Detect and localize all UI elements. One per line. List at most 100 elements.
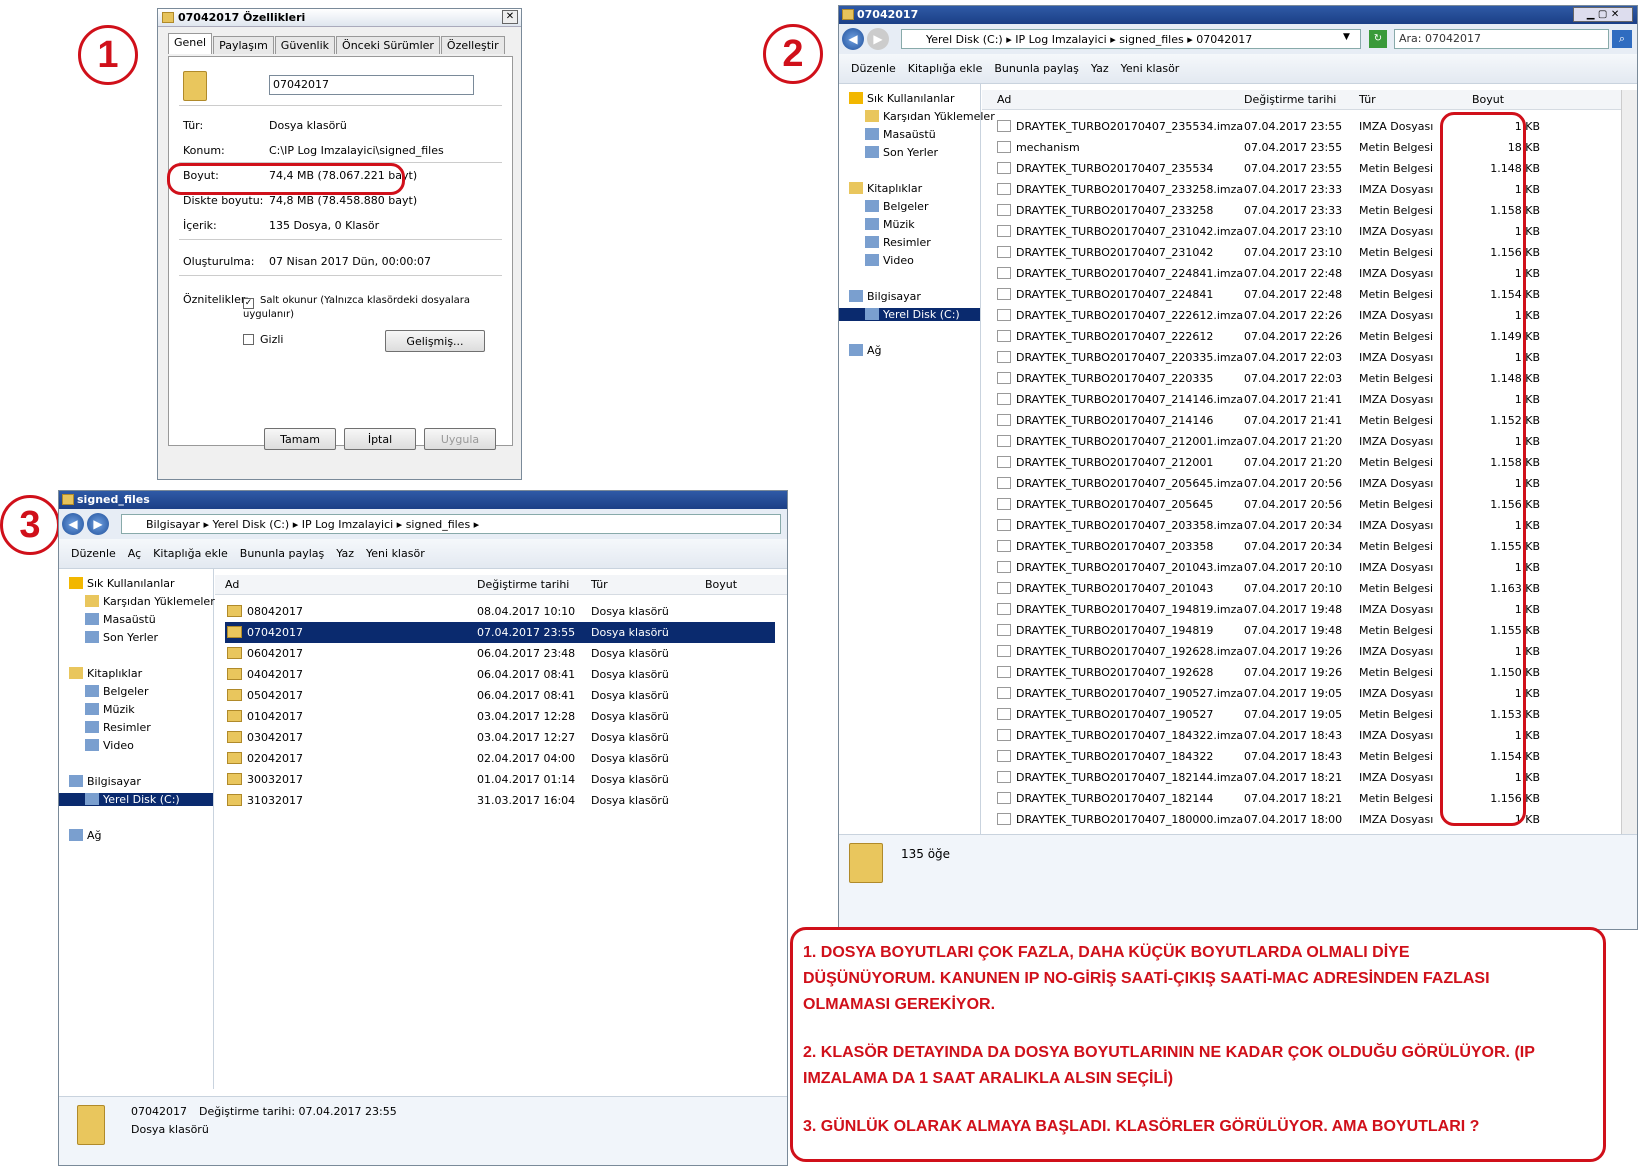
search-icon[interactable]: ⌕ xyxy=(1612,30,1632,48)
table-row[interactable]: 06042017 06.04.2017 23:48 Dosya klasörü xyxy=(225,643,775,664)
column-date[interactable]: Değiştirme tarihi xyxy=(1244,93,1336,106)
burn-button[interactable]: Yaz xyxy=(1091,62,1109,75)
breadcrumb[interactable]: Bilgisayar ▸ Yerel Disk (C:) ▸ IP Log Im… xyxy=(121,514,781,534)
file-name: DRAYTEK_TURBO20170407_201043.imza xyxy=(1016,561,1244,574)
text-file-icon xyxy=(997,561,1011,573)
nav-item-downloads[interactable]: Karşıdan Yüklemeler xyxy=(865,110,995,123)
column-size[interactable]: Boyut xyxy=(1472,93,1504,106)
cell-type: IMZA Dosyası xyxy=(1359,729,1434,742)
nav-item-recent-places[interactable]: Son Yerler xyxy=(85,631,158,644)
column-size[interactable]: Boyut xyxy=(705,578,737,591)
nav-item-network[interactable]: Ağ xyxy=(69,829,102,842)
back-icon[interactable]: ◀ xyxy=(842,28,864,50)
crumb-iplog[interactable]: IP Log Imzalayici xyxy=(1015,33,1106,46)
nav-item-desktop[interactable]: Masaüstü xyxy=(85,613,156,626)
readonly-checkbox[interactable]: ✓ Salt okunur (Yalnızca klasördeki dosyal… xyxy=(243,295,512,320)
refresh-icon[interactable]: ↻ xyxy=(1369,30,1387,48)
apply-button[interactable]: Uygula xyxy=(424,428,496,450)
new-folder-button[interactable]: Yeni klasör xyxy=(1121,62,1180,75)
nav-item-computer[interactable]: Bilgisayar xyxy=(849,290,921,303)
share-with-button[interactable]: Bununla paylaş xyxy=(994,62,1079,75)
column-type[interactable]: Tür xyxy=(591,578,608,591)
nav-item-pictures[interactable]: Resimler xyxy=(865,236,931,249)
crumb-drive[interactable]: Yerel Disk (C:) xyxy=(212,518,289,531)
navigation-pane: Sık Kullanılanlar Karşıdan Yüklemeler Masa… xyxy=(59,569,215,1089)
vertical-scrollbar[interactable] xyxy=(1621,90,1637,835)
nav-item-recent-places[interactable]: Son Yerler xyxy=(865,146,938,159)
hidden-checkbox[interactable]: Gizli xyxy=(243,333,283,346)
tab-security[interactable]: Güvenlik xyxy=(274,36,336,54)
nav-item-desktop[interactable]: Masaüstü xyxy=(865,128,936,141)
table-row[interactable]: 08042017 08.04.2017 10:10 Dosya klasörü xyxy=(225,601,775,622)
folder-name-input[interactable]: 07042017 xyxy=(269,75,474,95)
table-row[interactable]: 31032017 31.03.2017 16:04 Dosya klasörü xyxy=(225,790,775,811)
burn-button[interactable]: Yaz xyxy=(336,547,354,560)
forward-icon[interactable]: ▶ xyxy=(87,513,109,535)
table-row[interactable]: 04042017 06.04.2017 08:41 Dosya klasörü xyxy=(225,664,775,685)
file-name: DRAYTEK_TURBO20170407_235534 xyxy=(1016,162,1214,175)
tab-previous-versions[interactable]: Önceki Sürümler xyxy=(336,36,440,54)
table-row[interactable]: 05042017 06.04.2017 08:41 Dosya klasörü xyxy=(225,685,775,706)
column-date[interactable]: Değiştirme tarihi xyxy=(477,578,569,591)
crumb-current[interactable]: 07042017 xyxy=(1196,33,1252,46)
add-to-library-button[interactable]: Kitaplığa ekle xyxy=(908,62,983,75)
crumb-current[interactable]: signed_files xyxy=(406,518,470,531)
window-controls[interactable]: ▁ ▢ ✕ xyxy=(1573,7,1633,22)
forward-icon[interactable]: ▶ xyxy=(867,28,889,50)
share-with-button[interactable]: Bununla paylaş xyxy=(240,547,325,560)
crumb-signed-files[interactable]: signed_files xyxy=(1119,33,1183,46)
table-row[interactable]: 01042017 03.04.2017 12:28 Dosya klasörü xyxy=(225,706,775,727)
open-button[interactable]: Aç xyxy=(128,547,141,560)
column-name[interactable]: Ad xyxy=(997,93,1011,106)
table-row[interactable]: 02042017 02.04.2017 04:00 Dosya klasörü xyxy=(225,748,775,769)
crumb-computer[interactable]: Bilgisayar xyxy=(146,518,200,531)
organize-button[interactable]: Düzenle xyxy=(851,62,896,75)
back-icon[interactable]: ◀ xyxy=(62,513,84,535)
nav-item-downloads[interactable]: Karşıdan Yüklemeler xyxy=(85,595,215,608)
new-folder-button[interactable]: Yeni klasör xyxy=(366,547,425,560)
tab-customize[interactable]: Özelleştir xyxy=(440,36,505,54)
close-button[interactable]: ✕ xyxy=(502,10,518,24)
breadcrumb[interactable]: Yerel Disk (C:) ▸ IP Log Imzalayici ▸ si… xyxy=(901,29,1361,49)
nav-item-label: Kitaplıklar xyxy=(867,182,923,195)
nav-item-music[interactable]: Müzik xyxy=(85,703,135,716)
search-input[interactable]: Ara: 07042017 xyxy=(1394,29,1609,49)
nav-item-videos[interactable]: Video xyxy=(85,739,134,752)
chevron-down-icon[interactable]: ▼ xyxy=(1343,32,1350,42)
column-name[interactable]: Ad xyxy=(225,578,239,591)
ok-button[interactable]: Tamam xyxy=(264,428,336,450)
text-file-icon xyxy=(997,162,1011,174)
nav-item-pictures[interactable]: Resimler xyxy=(85,721,151,734)
table-row[interactable]: 07042017 07.04.2017 23:55 Dosya klasörü xyxy=(225,622,775,643)
nav-item-drive[interactable]: Yerel Disk (C:) xyxy=(59,793,213,806)
file-name: DRAYTEK_TURBO20170407_182144 xyxy=(1016,792,1214,805)
tab-general[interactable]: Genel xyxy=(168,33,213,54)
nav-item-music[interactable]: Müzik xyxy=(865,218,915,231)
nav-item-star[interactable]: Sık Kullanılanlar xyxy=(69,577,175,590)
table-row[interactable]: 03042017 03.04.2017 12:27 Dosya klasörü xyxy=(225,727,775,748)
nav-item-documents[interactable]: Belgeler xyxy=(85,685,148,698)
column-type[interactable]: Tür xyxy=(1359,93,1376,106)
table-row[interactable]: 30032017 01.04.2017 01:14 Dosya klasörü xyxy=(225,769,775,790)
cell-name: 31032017 xyxy=(227,794,303,807)
cell-date: 06.04.2017 23:48 xyxy=(477,647,576,660)
file-name: DRAYTEK_TURBO20170407_194819 xyxy=(1016,624,1214,637)
nav-item-documents[interactable]: Belgeler xyxy=(865,200,928,213)
crumb-drive[interactable]: Yerel Disk (C:) xyxy=(926,33,1003,46)
nav-item-libraries[interactable]: Kitaplıklar xyxy=(849,182,922,195)
advanced-button[interactable]: Gelişmiş... xyxy=(385,330,485,352)
nav-item-network[interactable]: Ağ xyxy=(849,344,882,357)
cell-type: IMZA Dosyası xyxy=(1359,561,1434,574)
nav-item-drive[interactable]: Yerel Disk (C:) xyxy=(839,308,980,321)
tab-sharing[interactable]: Paylaşım xyxy=(213,36,274,54)
pictures-icon xyxy=(85,721,99,733)
organize-button[interactable]: Düzenle xyxy=(71,547,116,560)
nav-item-videos[interactable]: Video xyxy=(865,254,914,267)
nav-item-computer[interactable]: Bilgisayar xyxy=(69,775,141,788)
nav-item-libraries[interactable]: Kitaplıklar xyxy=(69,667,142,680)
add-to-library-button[interactable]: Kitaplığa ekle xyxy=(153,547,228,560)
file-name: DRAYTEK_TURBO20170407_212001 xyxy=(1016,456,1214,469)
nav-item-star[interactable]: Sık Kullanılanlar xyxy=(849,92,955,105)
crumb-iplog[interactable]: IP Log Imzalayici xyxy=(302,518,393,531)
cancel-button[interactable]: İptal xyxy=(344,428,416,450)
